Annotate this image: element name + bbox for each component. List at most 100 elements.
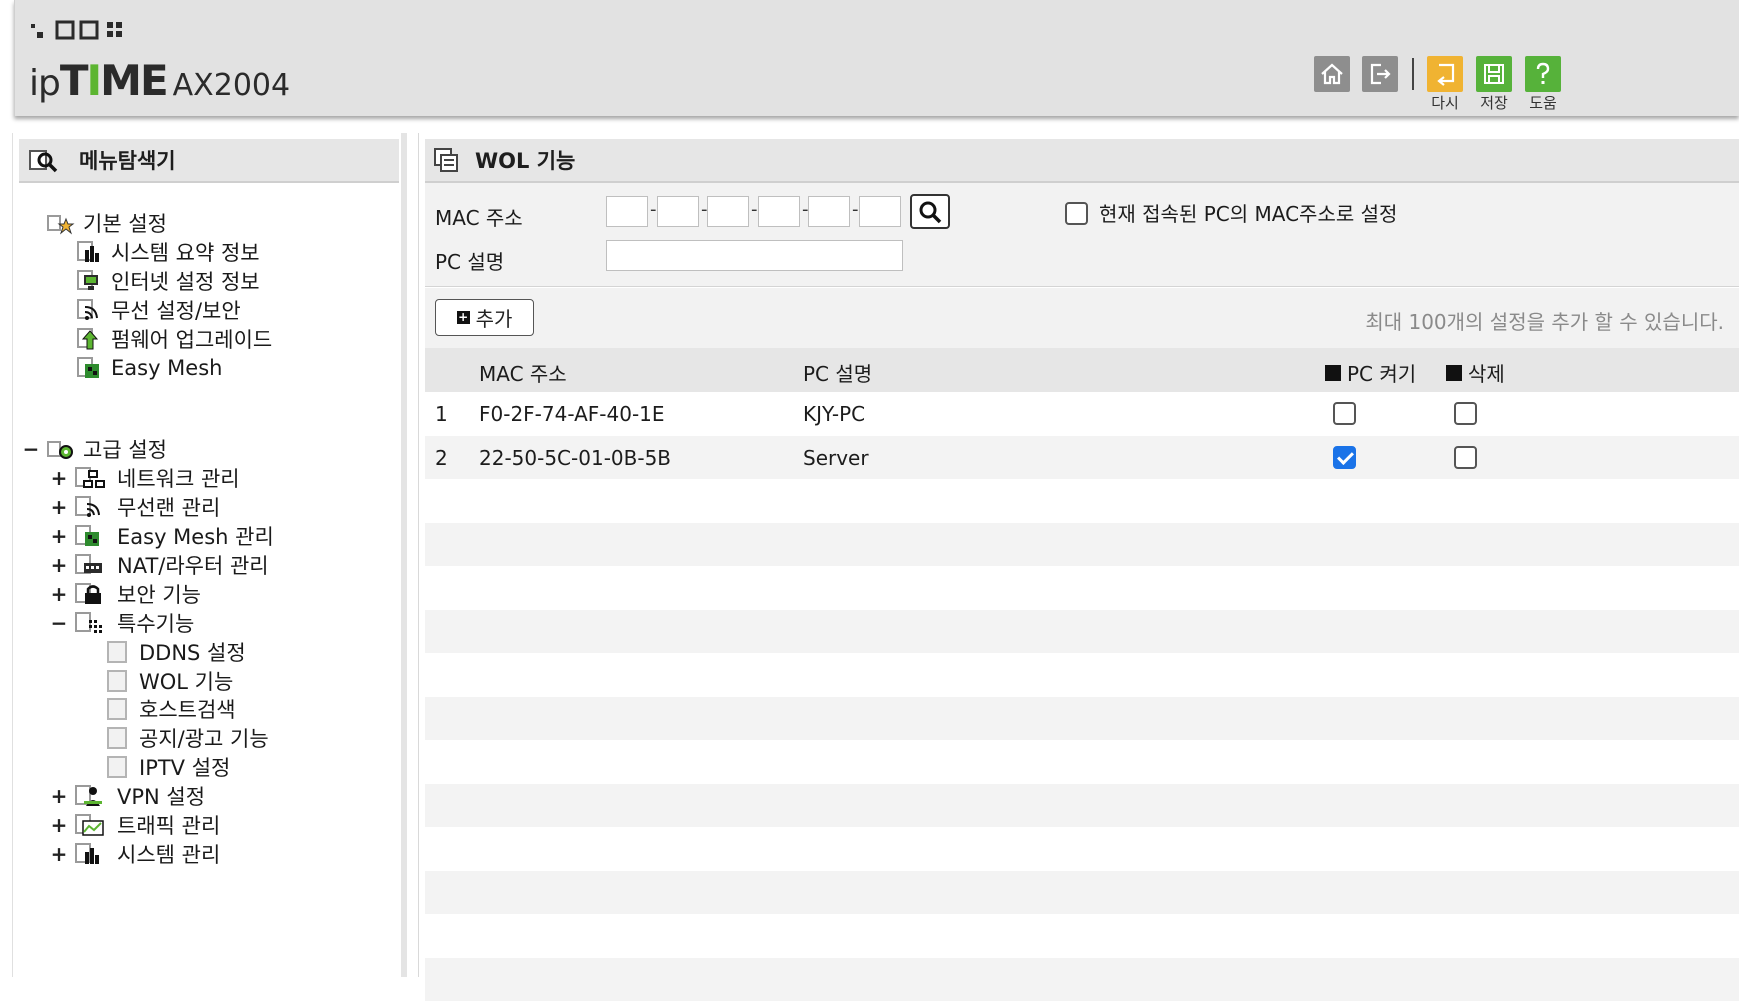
collapse-toggle[interactable]: −	[49, 611, 69, 635]
grid-dots-icon	[75, 612, 102, 633]
mesh-icon	[75, 525, 99, 546]
tree-basic-settings[interactable]: 기본 설정	[47, 209, 167, 237]
empty-row	[425, 957, 1739, 1001]
basic-settings-folder-icon	[47, 211, 75, 235]
mac-octet-2[interactable]	[657, 196, 699, 227]
expand-toggle[interactable]: +	[49, 495, 69, 519]
logout-button[interactable]	[1362, 56, 1398, 92]
page-title: WOL 기능	[475, 149, 576, 173]
tree-easy-mesh-management[interactable]: + Easy Mesh 관리	[49, 522, 274, 550]
empty-row	[425, 566, 1739, 609]
help-button[interactable]	[1525, 56, 1561, 92]
vpn-users-icon	[75, 785, 102, 806]
tree-wol[interactable]: WOL 기능	[107, 667, 233, 695]
tree-ddns[interactable]: DDNS 설정	[107, 638, 246, 666]
empty-row	[425, 827, 1739, 870]
pc-description-label: PC 설명	[435, 250, 505, 274]
expand-toggle[interactable]: +	[49, 582, 69, 606]
tree-firmware-upgrade[interactable]: 펌웨어 업그레이드	[77, 325, 272, 353]
tree-system-management[interactable]: + 시스템 관리	[49, 840, 221, 868]
page-icon	[107, 727, 127, 749]
tree-host-search[interactable]: 호스트검색	[107, 695, 236, 723]
page-icon	[107, 670, 127, 692]
delete-checkbox[interactable]	[1454, 445, 1477, 469]
traffic-graph-icon	[75, 814, 104, 836]
mesh-icon	[77, 357, 99, 378]
column-pc-description: PC 설명	[803, 362, 873, 386]
wol-form: MAC 주소 - - - - - 현재 접속된 PC의 MAC주소로 설정 PC…	[425, 183, 1739, 287]
expand-toggle[interactable]: +	[49, 842, 69, 866]
mac-octet-5[interactable]	[808, 196, 850, 227]
expand-toggle[interactable]: +	[49, 784, 69, 808]
tree-security-functions[interactable]: + 보안 기능	[49, 580, 201, 608]
home-button[interactable]	[1314, 56, 1350, 92]
add-bar: + 추가 최대 100개의 설정을 추가 할 수 있습니다.	[425, 288, 1739, 348]
expand-toggle[interactable]: +	[49, 813, 69, 837]
tree-easy-mesh[interactable]: Easy Mesh	[77, 354, 222, 382]
menu-explorer-header: 메뉴탐색기	[19, 139, 399, 183]
undo-icon	[1437, 63, 1455, 86]
network-icon	[75, 467, 105, 488]
tree-nat-router-management[interactable]: + NAT/라우터 관리	[49, 551, 269, 579]
empty-row	[425, 653, 1739, 696]
wake-pc-checkbox[interactable]	[1333, 445, 1356, 469]
mac-search-button[interactable]	[910, 194, 950, 229]
bar-chart-icon	[75, 843, 99, 864]
iptime-logo: ipTIME AX2004	[29, 56, 291, 105]
save-button[interactable]	[1476, 56, 1512, 92]
pc-description-input[interactable]	[606, 240, 903, 271]
mac-separator: -	[852, 199, 859, 220]
delete-checkbox[interactable]	[1454, 402, 1477, 425]
empty-row	[425, 914, 1739, 957]
menu-explorer-title: 메뉴탐색기	[79, 149, 176, 173]
use-current-pc-mac-checkbox[interactable]	[1065, 202, 1088, 225]
empty-row	[425, 870, 1739, 914]
wol-panel: WOL 기능 MAC 주소 - - - - - 현재 접속된 PC의 MAC주소…	[418, 133, 1739, 1001]
tree-wireless-security[interactable]: 무선 설정/보안	[77, 296, 241, 324]
tree-wireless-management[interactable]: + 무선랜 관리	[49, 493, 221, 521]
search-icon	[919, 201, 942, 223]
use-current-pc-mac-label: 현재 접속된 PC의 MAC주소로 설정	[1099, 202, 1398, 226]
expand-toggle[interactable]: +	[49, 553, 69, 577]
help-icon	[1536, 62, 1550, 84]
expand-toggle[interactable]: +	[49, 524, 69, 548]
save-label: 저장	[1480, 94, 1508, 112]
tree-notice-ad[interactable]: 공지/광고 기능	[107, 724, 269, 752]
search-folder-icon	[29, 150, 58, 173]
tree-system-summary[interactable]: 시스템 요약 정보	[77, 238, 260, 266]
table-header: MAC 주소 PC 설명 PC 켜기 삭제	[425, 348, 1739, 392]
tree-vpn[interactable]: + VPN 설정	[49, 782, 205, 810]
add-button[interactable]: + 추가	[435, 299, 534, 336]
upgrade-icon	[77, 328, 99, 350]
top-header: ipTIME AX2004 다시 저장 도움	[14, 0, 1739, 116]
row-pc-description: Server	[803, 445, 869, 470]
tree-internet-info[interactable]: 인터넷 설정 정보	[77, 267, 260, 295]
row-number: 2	[435, 445, 448, 470]
mac-address-label: MAC 주소	[435, 206, 523, 230]
mac-octet-6[interactable]	[859, 196, 901, 227]
wifi-icon	[77, 299, 98, 320]
save-icon	[1484, 64, 1504, 84]
max-entries-note: 최대 100개의 설정을 추가 할 수 있습니다.	[1365, 310, 1724, 334]
mac-octet-1[interactable]	[606, 196, 648, 227]
tree-traffic-management[interactable]: + 트래픽 관리	[49, 811, 221, 839]
model-name: AX2004	[172, 68, 291, 103]
row-mac: F0-2F-74-AF-40-1E	[479, 402, 665, 426]
tree-iptv[interactable]: IPTV 설정	[107, 753, 230, 781]
expand-toggle[interactable]: +	[49, 466, 69, 490]
wake-pc-checkbox[interactable]	[1333, 402, 1356, 425]
advanced-settings-folder-icon	[47, 437, 75, 461]
mac-octet-4[interactable]	[758, 196, 800, 227]
mac-octet-3[interactable]	[707, 196, 749, 227]
row-mac: 22-50-5C-01-0B-5B	[479, 445, 672, 470]
collapse-toggle[interactable]: −	[21, 437, 41, 461]
panel-header: WOL 기능	[425, 139, 1739, 183]
logout-icon	[1370, 63, 1391, 85]
redo-button[interactable]	[1427, 56, 1463, 92]
tree-network-management[interactable]: + 네트워크 관리	[49, 464, 240, 492]
bar-chart-icon	[77, 241, 99, 262]
page-icon	[107, 641, 127, 663]
tree-special-functions[interactable]: − 특수기능	[49, 609, 195, 637]
tree-advanced-settings[interactable]: − 고급 설정	[21, 435, 167, 463]
minus-box-icon	[1446, 364, 1462, 381]
